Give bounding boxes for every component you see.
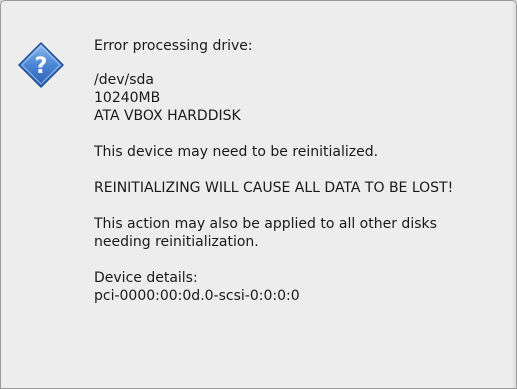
drive-size: 10240MB [94, 90, 161, 106]
error-dialog: ? Error processing drive: /dev/sda 10240… [0, 0, 517, 389]
data-loss-warning: REINITIALIZING WILL CAUSE ALL DATA TO BE… [94, 180, 454, 196]
apply-all-line-1: This action may also be applied to all o… [94, 216, 437, 232]
reinit-notice: This device may need to be reinitialized… [94, 144, 379, 160]
device-details-label: Device details: [94, 270, 198, 286]
device-details-value: pci-0000:00:0d.0-scsi-0:0:0:0 [94, 288, 300, 304]
error-title: Error processing drive: [94, 38, 253, 54]
drive-path: /dev/sda [94, 72, 154, 88]
question-icon: ? [18, 42, 64, 88]
message-body: Error processing drive: /dev/sda 10240MB… [94, 37, 516, 305]
drive-model: ATA VBOX HARDDISK [94, 108, 241, 124]
scrollbar[interactable] [513, 1, 516, 388]
svg-text:?: ? [35, 54, 48, 79]
apply-all-line-2: needing reinitialization. [94, 234, 259, 250]
